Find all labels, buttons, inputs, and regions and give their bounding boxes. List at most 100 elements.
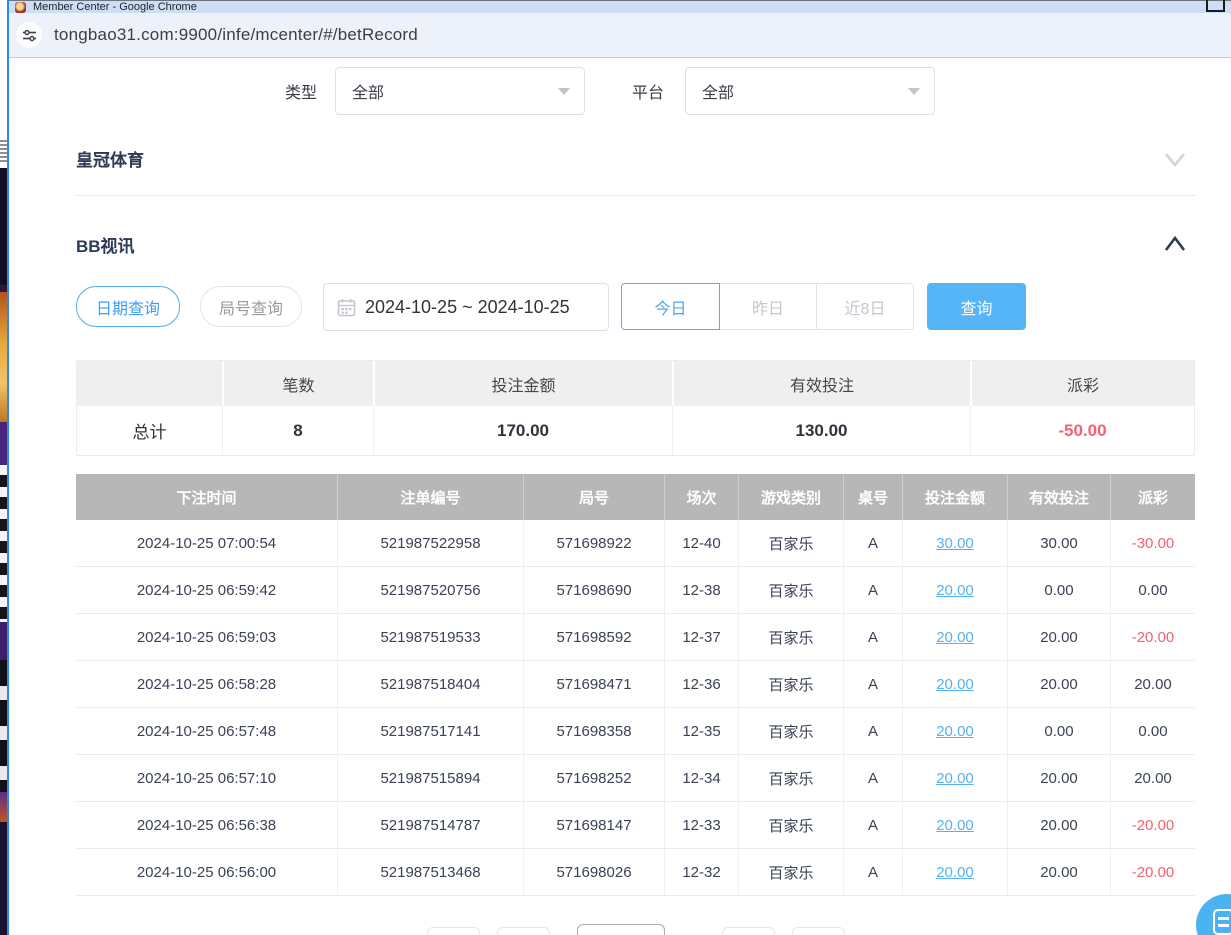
section-bb-video[interactable]: BB视讯 <box>76 232 1195 257</box>
bet-amount-link[interactable]: 20.00 <box>936 864 974 881</box>
document-icon <box>1213 909 1231 935</box>
cell-session: 12-32 <box>664 849 738 896</box>
window-titlebar[interactable]: Member Center - Google Chrome <box>9 0 1231 13</box>
chevron-down-icon <box>908 88 920 95</box>
last-page-button[interactable]: » <box>792 927 845 935</box>
cell-session: 12-36 <box>664 661 738 708</box>
page-number-input[interactable] <box>577 924 665 935</box>
date-range-picker[interactable]: 2024-10-25 ~ 2024-10-25 <box>323 283 609 331</box>
cell-valid-bet: 20.00 <box>1007 661 1110 708</box>
url-text[interactable]: tongbao31.com:9900/infe/mcenter/#/betRec… <box>54 25 418 45</box>
cell-game-type: 百家乐 <box>738 708 843 755</box>
bet-amount-link[interactable]: 20.00 <box>936 629 974 646</box>
type-filter-value: 全部 <box>352 79 384 103</box>
chevron-up-icon[interactable] <box>1163 234 1187 256</box>
cell-table-number: A <box>843 520 902 567</box>
cell-bet-time: 2024-10-25 06:56:00 <box>76 849 337 896</box>
cell-session: 12-40 <box>664 520 738 567</box>
bet-amount-link[interactable]: 20.00 <box>936 817 974 834</box>
cell-bet-time: 2024-10-25 06:59:03 <box>76 614 337 661</box>
cell-payout: 0.00 <box>1110 567 1195 614</box>
site-settings-button[interactable] <box>16 22 42 48</box>
cell-payout: -20.00 <box>1110 614 1195 661</box>
site-favicon-icon <box>15 2 26 13</box>
date-range-value: 2024-10-25 ~ 2024-10-25 <box>365 297 570 318</box>
type-filter-label: 类型 <box>285 79 317 103</box>
background-window-strip <box>0 58 7 935</box>
summary-total-row: 总计 8 170.00 130.00 -50.00 <box>77 406 1194 455</box>
col-payout: 派彩 <box>1110 474 1195 520</box>
cell-round-number: 571698252 <box>523 755 664 802</box>
cell-round-number: 571698922 <box>523 520 664 567</box>
cell-bet-time: 2024-10-25 07:00:54 <box>76 520 337 567</box>
cell-valid-bet: 20.00 <box>1007 802 1110 849</box>
cell-bet-amount: 20.00 <box>902 849 1007 896</box>
address-bar: tongbao31.com:9900/infe/mcenter/#/betRec… <box>9 13 1231 58</box>
summary-payout-value: -50.00 <box>970 406 1194 455</box>
col-session: 场次 <box>664 474 738 520</box>
prev-page-button[interactable]: ‹ <box>497 927 550 935</box>
bet-amount-link[interactable]: 20.00 <box>936 582 974 599</box>
cell-session: 12-34 <box>664 755 738 802</box>
platform-filter-select[interactable]: 全部 <box>685 67 935 115</box>
section-crown-sports[interactable]: 皇冠体育 <box>76 146 1195 171</box>
bet-amount-link[interactable]: 30.00 <box>936 535 974 552</box>
round-query-tab[interactable]: 局号查询 <box>200 286 302 327</box>
col-bet-number: 注单编号 <box>337 474 523 520</box>
cell-game-type: 百家乐 <box>738 520 843 567</box>
summary-count-value: 8 <box>222 406 373 455</box>
quick-range-yesterday[interactable]: 昨日 <box>719 283 817 330</box>
next-page-button[interactable]: › <box>722 927 775 935</box>
col-table-number: 桌号 <box>843 474 902 520</box>
table-row: 2024-10-25 06:59:03521987519533571698592… <box>76 614 1195 661</box>
query-controls: 日期查询 局号查询 2024-10-25 ~ 2024-10-25 <box>76 283 1195 331</box>
background-grid-icon <box>0 138 7 162</box>
cell-table-number: A <box>843 661 902 708</box>
summary-table: 笔数 投注金额 有效投注 派彩 总计 8 170.00 130.00 -50.0… <box>76 360 1195 456</box>
cell-round-number: 571698026 <box>523 849 664 896</box>
cell-round-number: 571698690 <box>523 567 664 614</box>
bet-amount-link[interactable]: 20.00 <box>936 676 974 693</box>
date-query-tab[interactable]: 日期查询 <box>76 286 180 327</box>
platform-filter-value: 全部 <box>702 79 734 103</box>
maximize-icon[interactable] <box>1206 0 1225 12</box>
col-round-number: 局号 <box>523 474 664 520</box>
bet-amount-link[interactable]: 20.00 <box>936 723 974 740</box>
quick-range-last8days[interactable]: 近8日 <box>816 283 914 330</box>
quick-range-today[interactable]: 今日 <box>621 283 720 330</box>
cell-valid-bet: 20.00 <box>1007 614 1110 661</box>
cell-bet-amount: 30.00 <box>902 520 1007 567</box>
filter-row: 类型 全部 平台 全部 <box>76 67 1195 115</box>
cell-valid-bet: 0.00 <box>1007 567 1110 614</box>
first-page-button[interactable]: « <box>427 927 480 935</box>
cell-bet-amount: 20.00 <box>902 755 1007 802</box>
cell-bet-amount: 20.00 <box>902 661 1007 708</box>
cell-bet-number: 521987515894 <box>337 755 523 802</box>
cell-game-type: 百家乐 <box>738 755 843 802</box>
cell-payout: -20.00 <box>1110 802 1195 849</box>
chevron-down-icon[interactable] <box>1163 147 1187 171</box>
summary-total-label: 总计 <box>77 406 222 455</box>
table-row: 2024-10-25 07:00:54521987522958571698922… <box>76 520 1195 567</box>
cell-valid-bet: 20.00 <box>1007 755 1110 802</box>
pagination: « ‹ › » <box>76 927 1195 935</box>
cell-bet-amount: 20.00 <box>902 614 1007 661</box>
section-crown-title: 皇冠体育 <box>76 146 144 171</box>
cell-payout: -20.00 <box>1110 849 1195 896</box>
cell-bet-amount: 20.00 <box>902 708 1007 755</box>
cell-table-number: A <box>843 614 902 661</box>
cell-payout: 20.00 <box>1110 661 1195 708</box>
table-row: 2024-10-25 06:58:28521987518404571698471… <box>76 661 1195 708</box>
cell-game-type: 百家乐 <box>738 849 843 896</box>
cell-round-number: 571698592 <box>523 614 664 661</box>
type-filter-select[interactable]: 全部 <box>335 67 585 115</box>
cell-payout: 0.00 <box>1110 708 1195 755</box>
cell-payout: -30.00 <box>1110 520 1195 567</box>
platform-filter-label: 平台 <box>632 79 664 103</box>
search-button[interactable]: 查询 <box>927 283 1026 330</box>
cell-bet-number: 521987520756 <box>337 567 523 614</box>
col-valid-bet: 有效投注 <box>1007 474 1110 520</box>
cell-game-type: 百家乐 <box>738 802 843 849</box>
bet-amount-link[interactable]: 20.00 <box>936 770 974 787</box>
cell-bet-number: 521987518404 <box>337 661 523 708</box>
